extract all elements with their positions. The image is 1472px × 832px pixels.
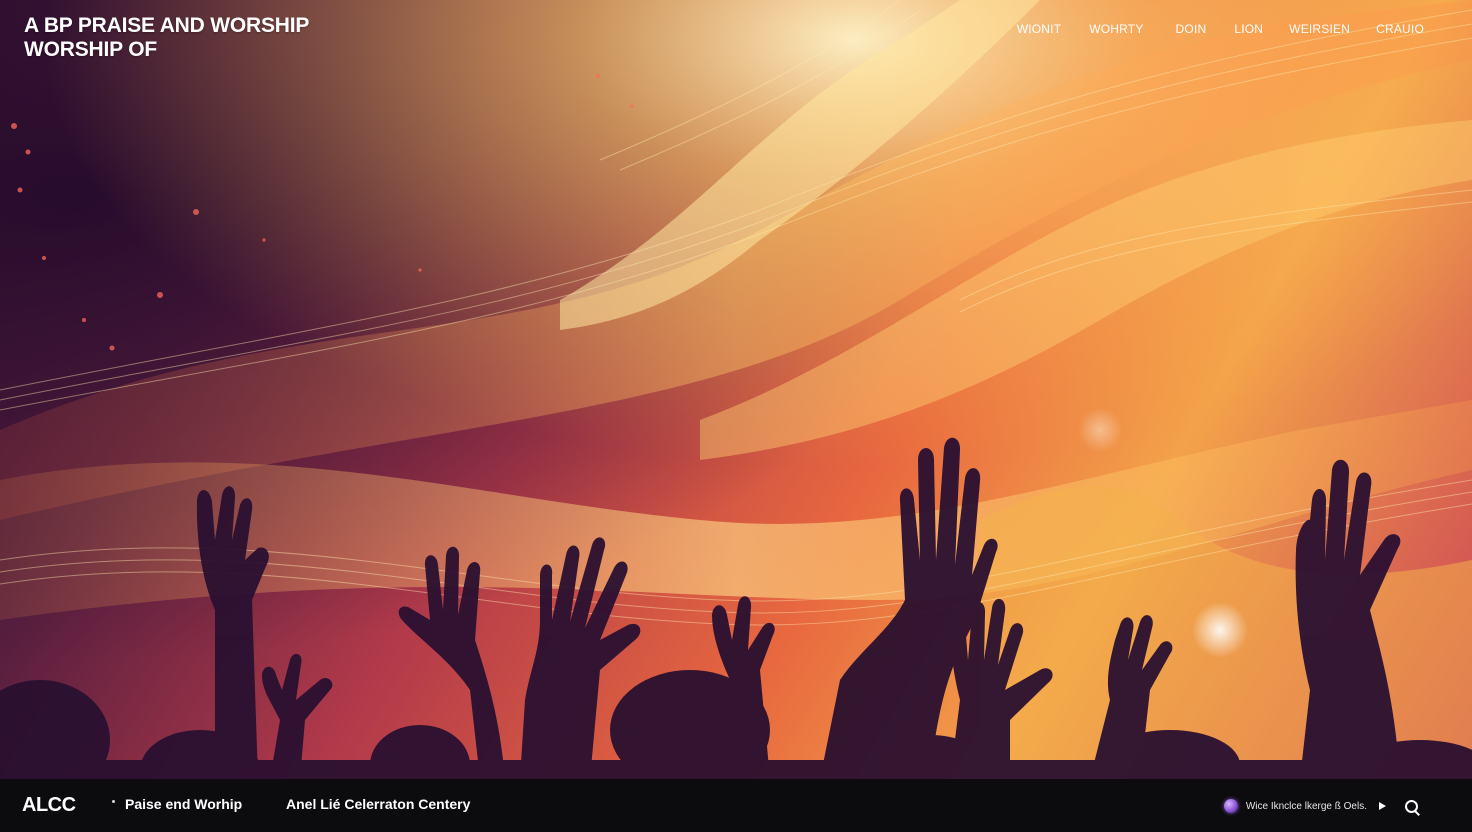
nav-item-1[interactable]: WIONIT: [1017, 20, 1062, 38]
nav-item-6[interactable]: CRAUIO: [1376, 20, 1424, 38]
page: A BP PRAISE AND WORSHIP WORSHIP OF WIONI…: [0, 0, 1472, 832]
search-icon-handle: [1414, 810, 1420, 816]
hero-artwork: [0, 0, 1472, 779]
praise-worship-link[interactable]: Paise end Worhip: [125, 796, 242, 812]
top-navigation: WIONIT WOHRTY DOIN LION WEIRSIEN CRAUIO: [1017, 20, 1424, 38]
nav-item-5[interactable]: WEIRSIEN: [1289, 20, 1350, 38]
orb-icon: [1223, 799, 1238, 813]
nav-item-3[interactable]: DOIN: [1176, 20, 1207, 38]
now-playing: Wice Iknclce lkerge ß Oels.: [1223, 799, 1386, 813]
site-title-line1: A BP PRAISE AND WORSHIP: [24, 14, 310, 37]
nav-item-4[interactable]: LION: [1234, 20, 1263, 38]
hero-banner: A BP PRAISE AND WORSHIP WORSHIP OF WIONI…: [0, 0, 1472, 779]
play-icon[interactable]: [1379, 802, 1386, 810]
now-playing-text: Wice Iknclce lkerge ß Oels.: [1245, 800, 1367, 812]
brand-logo[interactable]: ALCC: [22, 794, 76, 817]
search-button[interactable]: [1404, 799, 1422, 817]
bottom-bar: ALCC Paise end Worhip Anel Lié Celerrato…: [0, 779, 1472, 832]
site-title-line2: WORSHIP OF: [24, 38, 157, 61]
nav-item-2[interactable]: WOHRTY: [1089, 20, 1143, 38]
separator-dot: [112, 800, 115, 803]
site-title: A BP PRAISE AND WORSHIP WORSHIP OF: [24, 14, 309, 62]
celebration-center-link[interactable]: Anel Lié Celerraton Centery: [286, 796, 470, 812]
